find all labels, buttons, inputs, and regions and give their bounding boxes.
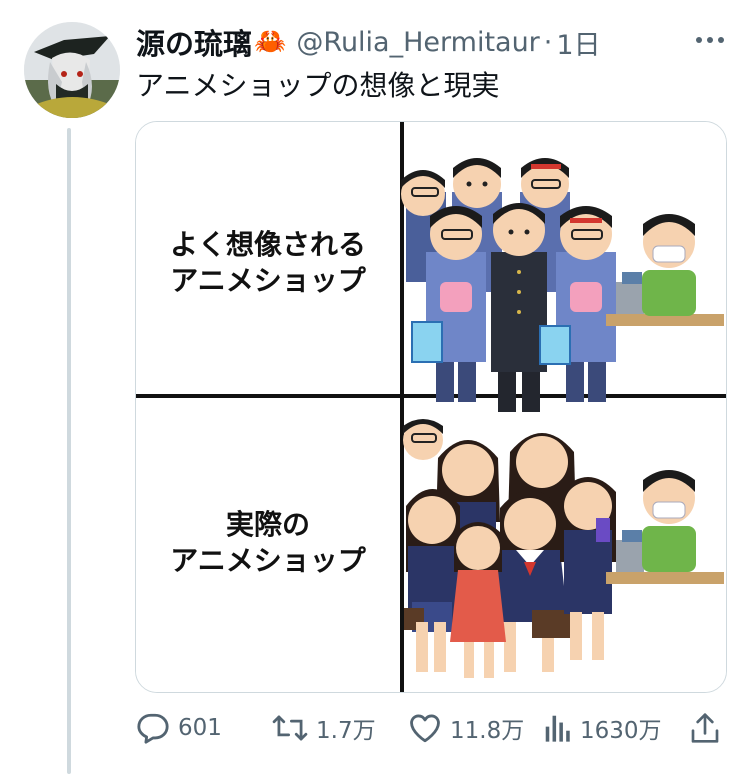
thread-line bbox=[67, 128, 71, 774]
reply-icon bbox=[137, 713, 169, 744]
display-name[interactable]: 源の琉璃 bbox=[136, 21, 252, 63]
caption-top-line2: アニメショップ bbox=[170, 264, 366, 297]
share-icon bbox=[691, 713, 719, 743]
retweet-button[interactable]: 1.7万 bbox=[272, 708, 376, 748]
reply-button[interactable]: 601 bbox=[136, 708, 222, 748]
caption-bottom-line2: アニメショップ bbox=[170, 544, 366, 577]
views-button[interactable]: 1630万 bbox=[544, 708, 662, 748]
like-count: 11.8万 bbox=[450, 718, 525, 744]
action-bar: 601 1.7万 11.8万 1630万 bbox=[136, 708, 726, 748]
tweet-header: 源の琉璃 🦀 @Rulia_Hermitaur · 1日 bbox=[136, 22, 601, 62]
caption-bottom-line1: 実際の bbox=[226, 508, 310, 541]
more-options-button[interactable] bbox=[690, 22, 730, 58]
caption-top-line1: よく想像される bbox=[170, 228, 366, 261]
tweet-image[interactable]: よく想像される アニメショップ 実際の アニメショップ bbox=[135, 121, 727, 693]
avatar[interactable] bbox=[24, 22, 120, 118]
crab-emoji: 🦀 bbox=[254, 27, 287, 57]
like-button[interactable]: 11.8万 bbox=[408, 708, 524, 748]
retweet-count: 1.7万 bbox=[316, 718, 376, 744]
meme-image: よく想像される アニメショップ 実際の アニメショップ bbox=[136, 122, 726, 692]
heart-icon bbox=[410, 714, 440, 743]
share-button[interactable] bbox=[690, 708, 720, 748]
views-icon bbox=[545, 715, 570, 742]
separator-dot: · bbox=[543, 26, 553, 58]
timestamp[interactable]: 1日 bbox=[556, 23, 600, 62]
tweet-text: アニメショップの想像と現実 bbox=[136, 69, 500, 102]
retweet-icon bbox=[272, 715, 308, 741]
view-count: 1630万 bbox=[580, 718, 662, 744]
user-handle[interactable]: @Rulia_Hermitaur bbox=[296, 27, 539, 58]
more-icon bbox=[696, 37, 724, 43]
avatar-image bbox=[24, 22, 120, 118]
reply-count: 601 bbox=[178, 715, 222, 741]
